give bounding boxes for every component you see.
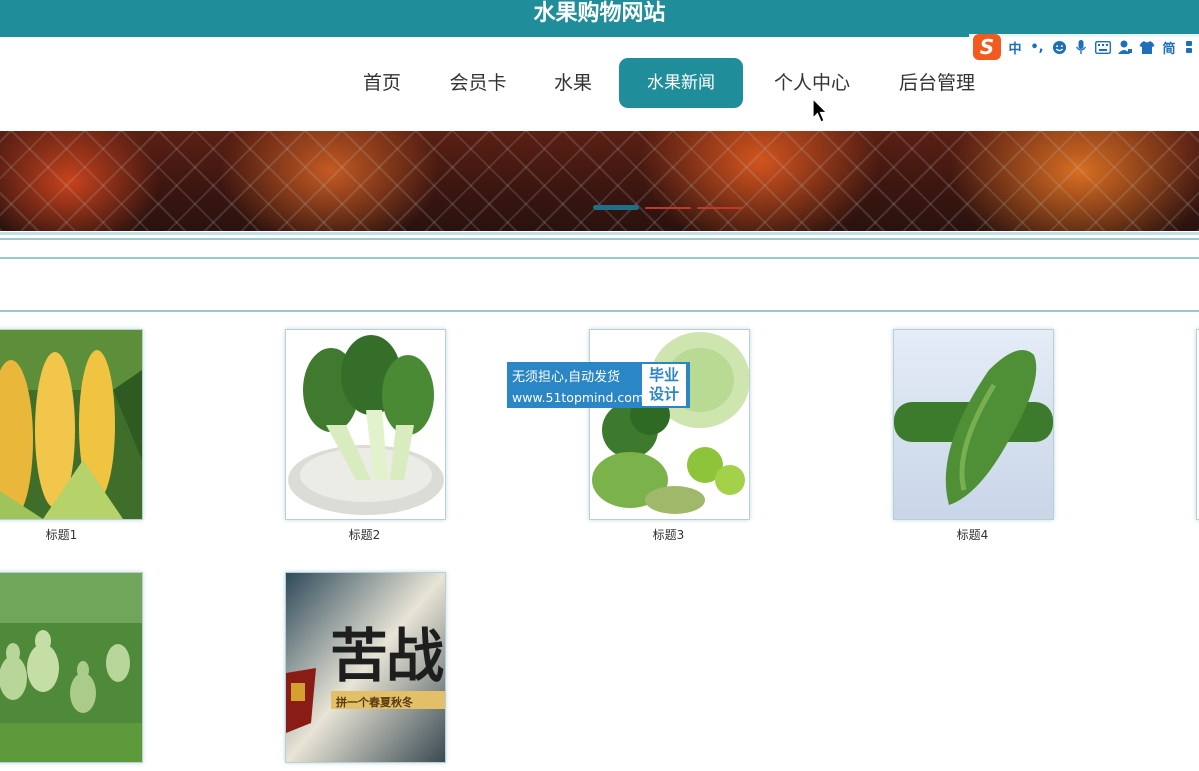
product-image-cucumber [894,330,1053,519]
carousel-indicator-2[interactable] [645,207,691,209]
nav-admin[interactable]: 后台管理 [893,58,981,108]
product-card[interactable]: 苦战 拼一个春夏秋冬 [285,572,446,763]
product-card[interactable] [285,329,446,520]
carousel-indicator-1[interactable] [593,205,639,210]
product-title[interactable]: 标题2 [285,526,444,543]
watermark-ad[interactable]: 无须担心,自动发货 www.51topmind.com 毕业 设计 [507,362,690,408]
product-card[interactable] [0,329,143,520]
punctuation-toggle[interactable]: •, [1029,39,1045,55]
divider [0,232,1199,235]
poster-subline: 拼一个春夏秋冬 [336,696,413,709]
divider [0,238,1199,240]
divider [0,257,1199,259]
product-title[interactable]: 标题1 [0,526,141,543]
product-card[interactable] [589,329,750,520]
product-image-bok-choy [286,330,445,519]
watermark-line1: 无须担心,自动发货 [512,370,621,385]
mouse-cursor-icon [812,98,828,123]
banner-carousel[interactable] [0,131,1199,231]
keyboard-icon[interactable] [1095,39,1111,55]
settings-icon[interactable] [1183,39,1199,55]
poster-headline: 苦战 [330,622,444,690]
site-header: 水果购物网站 [0,0,1199,37]
ime-mode-toggle[interactable]: 中 [1007,39,1023,57]
carousel-indicator-3[interactable] [697,207,743,209]
shirt-icon[interactable] [1139,39,1155,55]
product-image-mixed-vegetables [590,330,749,519]
product-image-gourds [0,573,142,762]
ime-toolbar: S 中 •, 简 [969,34,1199,60]
product-image-corn [0,330,142,519]
site-title: 水果购物网站 [533,1,666,26]
product-title[interactable]: 标题3 [589,526,748,543]
watermark-url: www.51topmind.com [512,390,645,405]
watermark-badge-line1: 毕业 [648,366,679,384]
banner-image [0,131,1199,231]
nav-fruit[interactable]: 水果 [547,58,599,108]
emoji-icon[interactable] [1051,39,1067,55]
user-icon[interactable] [1117,39,1133,55]
product-card[interactable] [0,572,143,763]
product-card[interactable] [893,329,1054,520]
nav-fruit-news[interactable]: 水果新闻 [619,58,743,108]
product-title[interactable]: 标题4 [893,526,1052,543]
nav-membership-card[interactable]: 会员卡 [445,58,511,108]
nav-home[interactable]: 首页 [355,58,409,108]
microphone-icon[interactable] [1073,39,1089,55]
divider [0,310,1199,312]
watermark-badge-line2: 设计 [648,385,679,403]
script-toggle[interactable]: 简 [1161,39,1177,57]
sogou-logo-icon[interactable]: S [973,34,1001,60]
